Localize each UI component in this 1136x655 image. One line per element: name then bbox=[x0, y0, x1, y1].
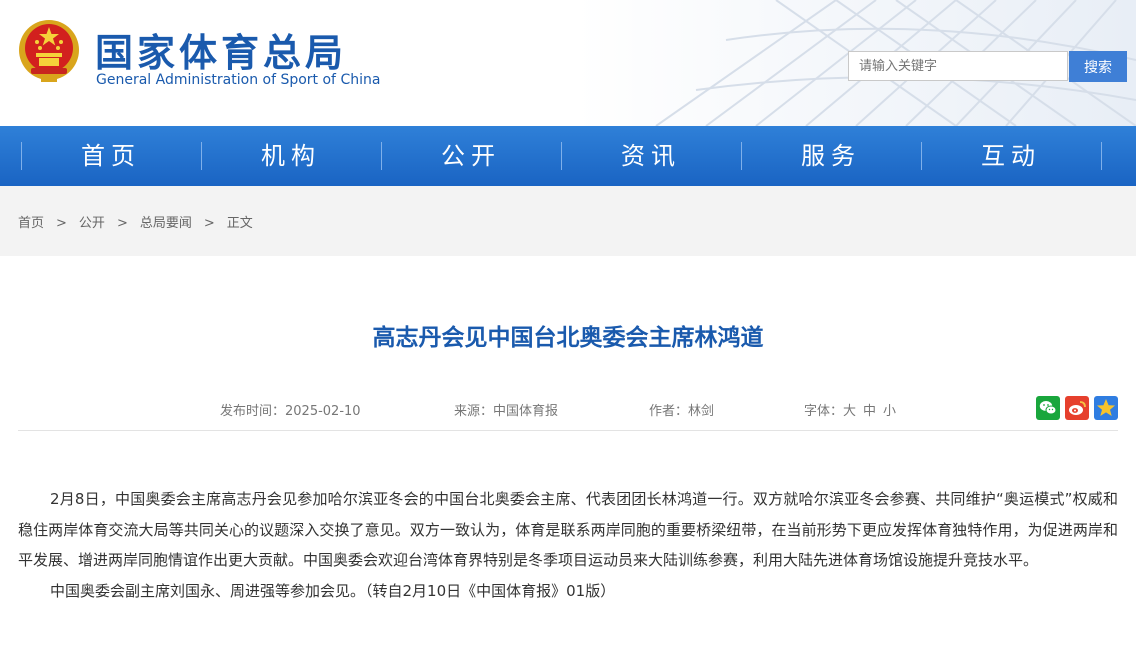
breadcrumb-separator: > bbox=[203, 216, 215, 231]
breadcrumb-bar: 首页 > 公开 > 总局要闻 > 正文 bbox=[0, 186, 1136, 256]
meta-divider bbox=[18, 430, 1118, 431]
breadcrumb-home-link[interactable]: 首页 bbox=[18, 212, 44, 231]
article-paragraph: 中国奥委会副主席刘国永、周进强等参加会见。（转自2月10日《中国体育报》01版） bbox=[50, 581, 616, 600]
breadcrumb-current: 正文 bbox=[226, 216, 253, 231]
wechat-share-icon[interactable] bbox=[1036, 396, 1060, 420]
weibo-share-icon[interactable] bbox=[1065, 396, 1089, 420]
nav-item-services[interactable]: 服务 bbox=[741, 126, 921, 186]
font-size-controls: 字体：大中小 bbox=[804, 400, 896, 419]
breadcrumb-separator: > bbox=[116, 216, 128, 231]
nav-item-home[interactable]: 首页 bbox=[21, 126, 201, 186]
search-input[interactable] bbox=[848, 51, 1068, 81]
main-nav: 首页 机构 公开 资讯 服务 互动 bbox=[0, 126, 1136, 186]
article-paragraph: 2月8日，中国奥委会主席高志丹会见参加哈尔滨亚冬会的中国台北奥委会主席、代表团团… bbox=[18, 490, 1118, 569]
breadcrumb-news-link[interactable]: 总局要闻 bbox=[140, 212, 192, 231]
site-title-cn[interactable]: 国家体育总局 bbox=[95, 22, 347, 77]
site-header: 国家体育总局 General Administration of Sport o… bbox=[0, 0, 1136, 126]
national-emblem-icon[interactable] bbox=[17, 18, 81, 84]
font-size-medium-button[interactable]: 中 bbox=[863, 404, 876, 419]
breadcrumb-public-link[interactable]: 公开 bbox=[79, 212, 105, 231]
font-size-large-button[interactable]: 大 bbox=[843, 404, 856, 419]
nav-item-news[interactable]: 资讯 bbox=[561, 126, 741, 186]
font-size-label: 字体： bbox=[804, 404, 844, 419]
nav-separator bbox=[1101, 142, 1102, 170]
article-title: 高志丹会见中国台北奥委会主席林鸿道 bbox=[372, 325, 764, 351]
article-author: 作者：林剑 bbox=[649, 404, 715, 419]
font-size-small-button[interactable]: 小 bbox=[883, 404, 896, 419]
breadcrumb-separator: > bbox=[56, 216, 67, 231]
article-body: 2月8日，中国奥委会主席高志丹会见参加哈尔滨亚冬会的中国台北奥委会主席、代表团团… bbox=[18, 484, 1118, 606]
nav-item-public[interactable]: 公开 bbox=[381, 126, 561, 186]
nav-item-interaction[interactable]: 互动 bbox=[921, 126, 1101, 186]
publish-date: 发布时间：2025-02-10 bbox=[220, 404, 361, 419]
article-source: 来源：中国体育报 bbox=[454, 404, 559, 419]
site-title-en[interactable]: General Administration of Sport of China bbox=[96, 72, 380, 88]
favorite-star-icon[interactable] bbox=[1094, 396, 1118, 420]
search-button[interactable]: 搜索 bbox=[1069, 51, 1127, 82]
breadcrumb: 首页 > 公开 > 总局要闻 > 正文 bbox=[18, 212, 253, 231]
nav-item-organization[interactable]: 机构 bbox=[201, 126, 381, 186]
